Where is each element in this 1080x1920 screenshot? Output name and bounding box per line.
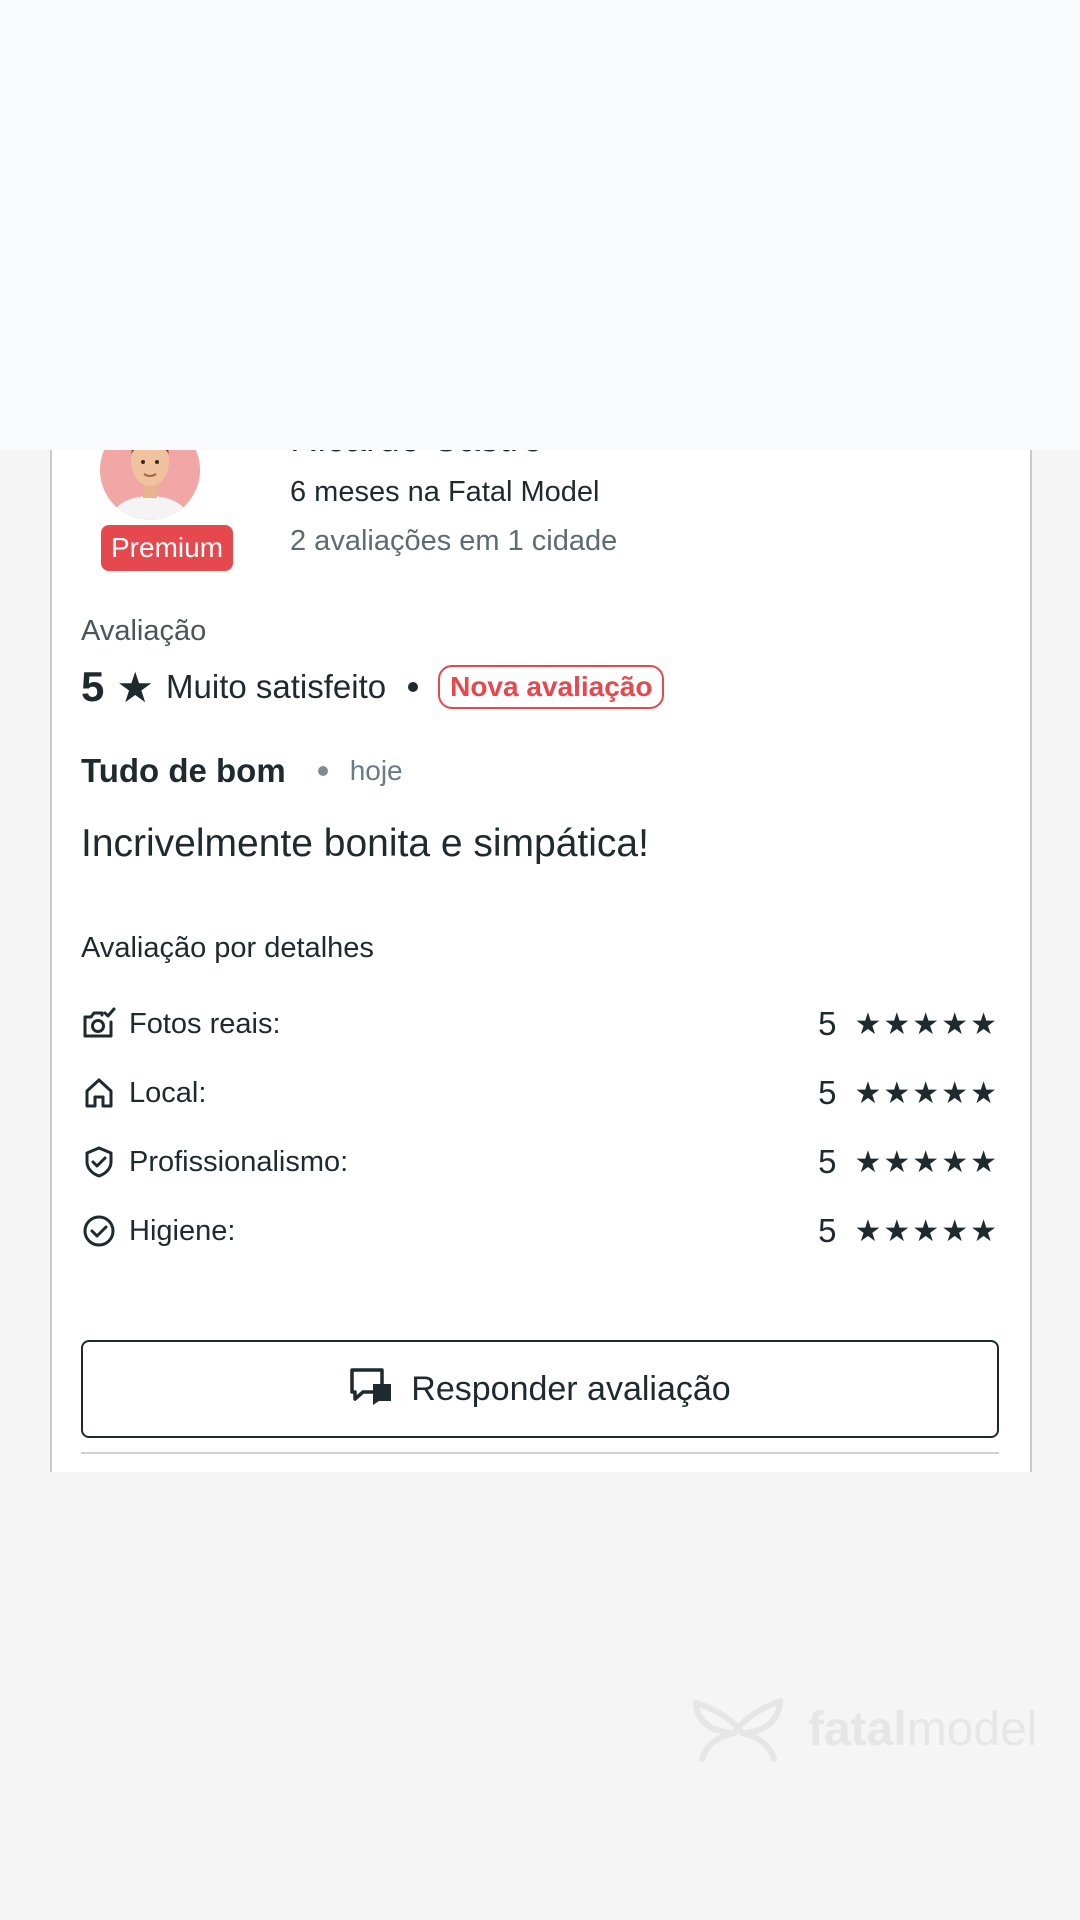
details-title: Avaliação por detalhes [81,932,374,964]
detail-label: Profissionalismo: [129,1145,349,1178]
respond-review-button[interactable]: Responder avaliação [81,1340,999,1438]
respond-review-label: Responder avaliação [411,1369,731,1408]
separator-dot [408,682,419,692]
stars-icon: ★★★★★ [854,1145,999,1179]
detail-label: Fotos reais: [129,1007,281,1040]
detail-row-local: Local: 5 ★★★★★ [81,1071,999,1115]
fatalmodel-logo: fatalmodel [688,1693,1037,1765]
detail-score: 5 [818,1212,837,1249]
logo-wordmark: fatalmodel [808,1702,1038,1756]
stars-icon: ★★★★★ [854,1007,999,1041]
rating-label: Avaliação [81,615,207,647]
detail-label: Higiene: [129,1214,236,1247]
new-review-badge: Nova avaliação [438,665,665,709]
home-icon [81,1075,117,1111]
top-empty-area [0,0,1080,450]
rating-score: 5 [81,663,105,710]
separator-dot [317,766,328,776]
review-text: Incrivelmente bonita e simpática! [81,822,649,865]
detail-score: 5 [818,1143,837,1180]
detail-row-fotos-reais: Fotos reais: 5 ★★★★★ [81,1002,999,1046]
stars-icon: ★★★★★ [854,1076,999,1110]
rating-text: Muito satisfeito [166,668,387,705]
premium-badge: Premium [101,525,234,571]
detail-row-higiene: Higiene: 5 ★★★★★ [81,1209,999,1253]
detail-row-profissionalismo: Profissionalismo: 5 ★★★★★ [81,1140,999,1184]
detail-score: 5 [818,1074,837,1111]
detail-score: 5 [818,1005,837,1042]
detail-label: Local: [129,1076,207,1109]
rating-row: 5 ★ Muito satisfeito Nova avaliação [81,662,665,712]
check-circle-icon [81,1213,117,1249]
review-date: hoje [349,755,403,786]
stars-icon: ★★★★★ [854,1214,999,1248]
chat-bubbles-icon [349,1367,395,1412]
review-title-row: Tudo de bom hoje [81,752,403,790]
shield-check-icon [81,1144,117,1180]
divider [81,1452,999,1454]
reviewer-reviews-summary: 2 avaliações em 1 cidade [290,525,618,557]
star-icon: ★ [116,663,155,711]
camera-check-icon [81,1006,117,1042]
reviewer-tenure: 6 meses na Fatal Model [290,476,600,508]
review-title: Tudo de bom [81,752,286,789]
